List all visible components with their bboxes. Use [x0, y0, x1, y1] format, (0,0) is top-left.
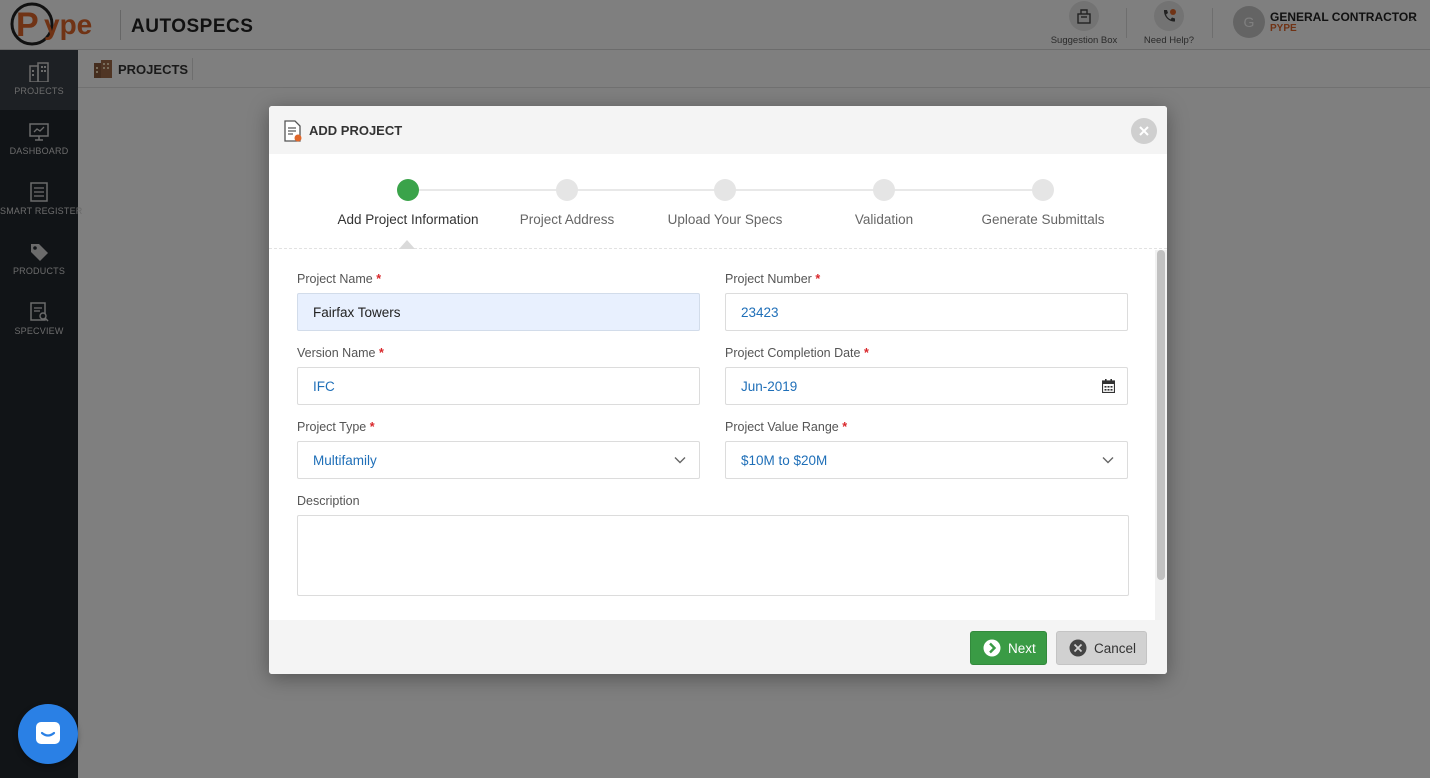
completion-date-input[interactable]: Jun-2019 [725, 367, 1128, 405]
arrow-right-circle-icon [983, 639, 1001, 657]
project-type-label-text: Project Type [297, 420, 367, 434]
project-number-label-text: Project Number [725, 272, 812, 286]
version-name-label: Version Name * [297, 346, 384, 360]
next-button[interactable]: Next [970, 631, 1047, 665]
close-button[interactable] [1131, 118, 1157, 144]
close-icon [1139, 126, 1149, 136]
chat-icon [36, 722, 60, 744]
step-dot-validation [873, 179, 895, 201]
project-name-value: Fairfax Towers [313, 304, 401, 320]
required-marker: * [379, 346, 384, 360]
add-project-modal: ADD PROJECT Add Project Information Proj… [269, 106, 1167, 674]
scrollbar-thumb[interactable] [1157, 250, 1165, 580]
project-type-select[interactable]: Multifamily [297, 441, 700, 479]
project-number-label: Project Number * [725, 272, 820, 286]
project-name-label: Project Name * [297, 272, 381, 286]
version-name-input[interactable]: IFC [297, 367, 700, 405]
required-marker: * [842, 420, 848, 434]
project-name-input[interactable]: Fairfax Towers [297, 293, 700, 331]
progress-stepper: Add Project Information Project Address … [269, 154, 1167, 249]
chevron-down-icon [1101, 453, 1115, 467]
value-range-label-text: Project Value Range [725, 420, 839, 434]
value-range-select[interactable]: $10M to $20M [725, 441, 1128, 479]
completion-date-value: Jun-2019 [741, 378, 798, 394]
close-circle-icon [1069, 639, 1087, 657]
project-type-label: Project Type * [297, 420, 375, 434]
step-dot-generate-submittals [1032, 179, 1054, 201]
required-marker: * [369, 420, 375, 434]
step-label-generate-submittals: Generate Submittals [981, 212, 1105, 227]
required-marker: * [863, 346, 869, 360]
chevron-down-icon [673, 453, 687, 467]
next-label: Next [1008, 640, 1036, 656]
step-dot-upload-your-specs [714, 179, 736, 201]
project-number-value: 23423 [741, 304, 779, 320]
version-name-value: IFC [313, 378, 335, 394]
step-label-upload-your-specs: Upload Your Specs [667, 212, 783, 227]
modal-footer: Next Cancel [269, 620, 1167, 674]
cancel-label: Cancel [1094, 640, 1137, 656]
modal-title: ADD PROJECT [309, 123, 403, 138]
required-marker: * [815, 272, 821, 286]
document-icon [283, 120, 303, 142]
description-textarea[interactable] [297, 515, 1129, 596]
project-number-input[interactable]: 23423 [725, 293, 1128, 331]
step-label-add-project-information: Add Project Information [337, 212, 479, 227]
version-name-label-text: Version Name [297, 346, 376, 360]
chat-launcher-button[interactable] [18, 704, 78, 764]
modal-header: ADD PROJECT [269, 106, 1167, 154]
active-step-indicator [399, 240, 415, 249]
step-dot-add-project-information [397, 179, 419, 201]
value-range-label: Project Value Range * [725, 420, 847, 434]
value-range-value: $10M to $20M [741, 452, 828, 468]
project-info-form: Project Name * Fairfax Towers Project Nu… [269, 250, 1167, 620]
cancel-button[interactable]: Cancel [1056, 631, 1147, 665]
step-dot-project-address [556, 179, 578, 201]
project-type-value: Multifamily [313, 452, 377, 468]
step-label-validation: Validation [854, 212, 914, 227]
step-label-project-address: Project Address [519, 212, 615, 227]
calendar-icon[interactable] [1101, 379, 1115, 393]
project-name-label-text: Project Name [297, 272, 373, 286]
completion-date-label: Project Completion Date * [725, 346, 869, 360]
required-marker: * [376, 272, 382, 286]
description-label: Description [297, 494, 360, 508]
completion-date-label-text: Project Completion Date [725, 346, 861, 360]
